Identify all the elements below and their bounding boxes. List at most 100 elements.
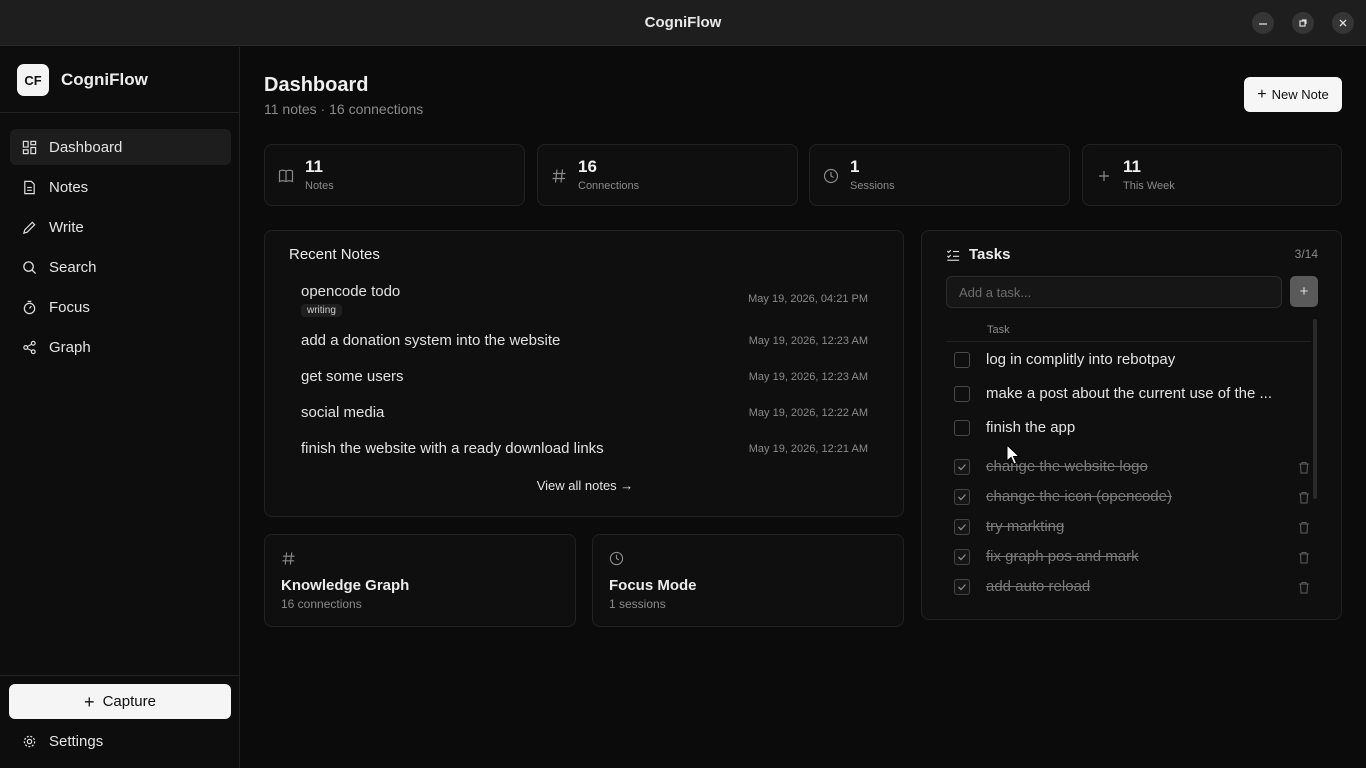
- sidebar-item-label: Focus: [49, 298, 90, 316]
- stat-card-this-week: 11 This Week: [1082, 144, 1342, 206]
- task-checkbox[interactable]: [954, 386, 970, 402]
- gear-icon: [23, 735, 36, 747]
- stat-label: Connections: [578, 180, 640, 192]
- task-text[interactable]: make a post about the current use of the…: [986, 385, 1272, 402]
- note-date: May 19, 2026, 12:21 AM: [748, 443, 868, 455]
- restore-icon: [1299, 19, 1307, 27]
- minimize-button[interactable]: [1252, 12, 1274, 34]
- sidebar-item-label: Notes: [49, 178, 89, 196]
- capture-label: Capture: [102, 693, 156, 710]
- tasks-card: Tasks 3/14 + Task log in complitly into …: [921, 230, 1342, 620]
- trash-icon[interactable]: [1298, 551, 1310, 564]
- note-date: May 19, 2026, 12:23 AM: [748, 371, 868, 383]
- task-text[interactable]: fix graph pos and mark: [986, 548, 1139, 565]
- task-checkbox[interactable]: [954, 489, 970, 505]
- page-subtitle: 11 notes · 16 connections: [264, 101, 424, 117]
- sidebar-item-graph[interactable]: Graph: [10, 329, 231, 365]
- hash-icon: [282, 552, 295, 565]
- task-checkbox[interactable]: [954, 519, 970, 535]
- task-checkbox[interactable]: [954, 579, 970, 595]
- note-item[interactable]: opencode todo writing May 19, 2026, 04:2…: [301, 283, 868, 318]
- timer-icon: [23, 300, 36, 314]
- close-button[interactable]: [1332, 12, 1354, 34]
- task-checkbox[interactable]: [954, 459, 970, 475]
- minimize-icon: [1259, 23, 1267, 25]
- restore-button[interactable]: [1292, 12, 1314, 34]
- main-content: Dashboard 11 notes · 16 connections + Ne…: [241, 47, 1366, 768]
- card-title: Focus Mode: [609, 577, 697, 594]
- view-all-notes-link[interactable]: View all notes →: [265, 478, 905, 493]
- task-item: make a post about the current use of the…: [954, 383, 1314, 407]
- sidebar-item-label: Write: [49, 218, 84, 236]
- sidebar-item-label: Dashboard: [49, 138, 123, 156]
- tasks-title: Tasks: [969, 246, 1011, 263]
- sidebar-item-settings[interactable]: Settings: [10, 723, 231, 759]
- trash-icon[interactable]: [1298, 521, 1310, 534]
- add-task-input[interactable]: [946, 276, 1282, 308]
- task-item: try markting: [954, 516, 1314, 540]
- card-title: Knowledge Graph: [281, 577, 410, 594]
- sidebar-item-write[interactable]: Write: [10, 209, 231, 245]
- settings-label: Settings: [49, 732, 104, 750]
- close-icon: [1339, 19, 1347, 27]
- app-logo: CF: [17, 64, 49, 96]
- recent-notes-title: Recent Notes: [289, 246, 380, 263]
- trash-icon[interactable]: [1298, 461, 1310, 474]
- task-text[interactable]: add auto reload: [986, 578, 1090, 595]
- add-task-button[interactable]: +: [1290, 276, 1318, 307]
- share-icon: [23, 340, 36, 354]
- title-bar: CogniFlow: [0, 0, 1366, 46]
- task-text[interactable]: log in complitly into rebotpay: [986, 351, 1175, 368]
- trash-icon[interactable]: [1298, 491, 1310, 504]
- task-text[interactable]: try markting: [986, 518, 1064, 535]
- task-text[interactable]: finish the app: [986, 419, 1075, 436]
- sidebar-nav: Dashboard Notes Write Search Focus Graph: [10, 129, 231, 369]
- stat-label: This Week: [1123, 180, 1175, 192]
- trash-icon[interactable]: [1298, 581, 1310, 594]
- grid-icon: [22, 140, 37, 154]
- task-checkbox[interactable]: [954, 420, 970, 436]
- sidebar-item-search[interactable]: Search: [10, 249, 231, 285]
- page-title: Dashboard: [264, 74, 369, 96]
- check-icon: [958, 464, 966, 471]
- sidebar-item-label: Search: [49, 258, 97, 276]
- task-checkbox[interactable]: [954, 352, 970, 368]
- task-item: fix graph pos and mark: [954, 546, 1314, 570]
- note-item[interactable]: social media May 19, 2026, 12:22 AM: [301, 404, 868, 421]
- stat-value: 11: [1123, 157, 1141, 176]
- brand[interactable]: CF CogniFlow: [17, 64, 148, 96]
- task-item: log in complitly into rebotpay: [954, 349, 1314, 373]
- note-date: May 19, 2026, 12:22 AM: [748, 407, 868, 419]
- card-subtitle: 16 connections: [281, 597, 362, 611]
- note-item[interactable]: finish the website with a ready download…: [301, 440, 868, 457]
- task-item: finish the app: [954, 417, 1314, 441]
- recent-notes-card: Recent Notes opencode todo writing May 1…: [264, 230, 904, 517]
- task-text[interactable]: change the icon (opencode): [986, 488, 1172, 505]
- task-checkbox[interactable]: [954, 549, 970, 565]
- sidebar: CF CogniFlow Dashboard Notes Write Searc…: [0, 47, 240, 768]
- check-icon: [958, 554, 966, 561]
- stat-value: 16: [578, 157, 597, 176]
- note-tag[interactable]: writing: [301, 304, 342, 317]
- stat-value: 11: [305, 157, 323, 176]
- stat-card-connections: 16 Connections: [537, 144, 798, 206]
- sidebar-item-dashboard[interactable]: Dashboard: [10, 129, 231, 165]
- check-icon: [958, 494, 966, 501]
- tasks-count: 3/14: [1294, 247, 1318, 261]
- plus-icon: +: [84, 691, 95, 712]
- stat-card-sessions: 1 Sessions: [809, 144, 1070, 206]
- hash-icon: [552, 169, 566, 183]
- clock-icon: [609, 551, 624, 566]
- capture-button[interactable]: + Capture: [9, 684, 231, 719]
- note-item[interactable]: add a donation system into the website M…: [301, 332, 868, 349]
- task-header-divider: [946, 341, 1311, 342]
- knowledge-graph-card[interactable]: Knowledge Graph 16 connections: [264, 534, 576, 627]
- new-note-button[interactable]: + New Note: [1244, 77, 1342, 112]
- stat-label: Sessions: [850, 180, 895, 192]
- focus-mode-card[interactable]: Focus Mode 1 sessions: [592, 534, 904, 627]
- sidebar-item-notes[interactable]: Notes: [10, 169, 231, 205]
- window-title: CogniFlow: [644, 14, 722, 31]
- note-date: May 19, 2026, 04:21 PM: [748, 293, 868, 305]
- note-item[interactable]: get some users May 19, 2026, 12:23 AM: [301, 368, 868, 385]
- sidebar-item-focus[interactable]: Focus: [10, 289, 231, 325]
